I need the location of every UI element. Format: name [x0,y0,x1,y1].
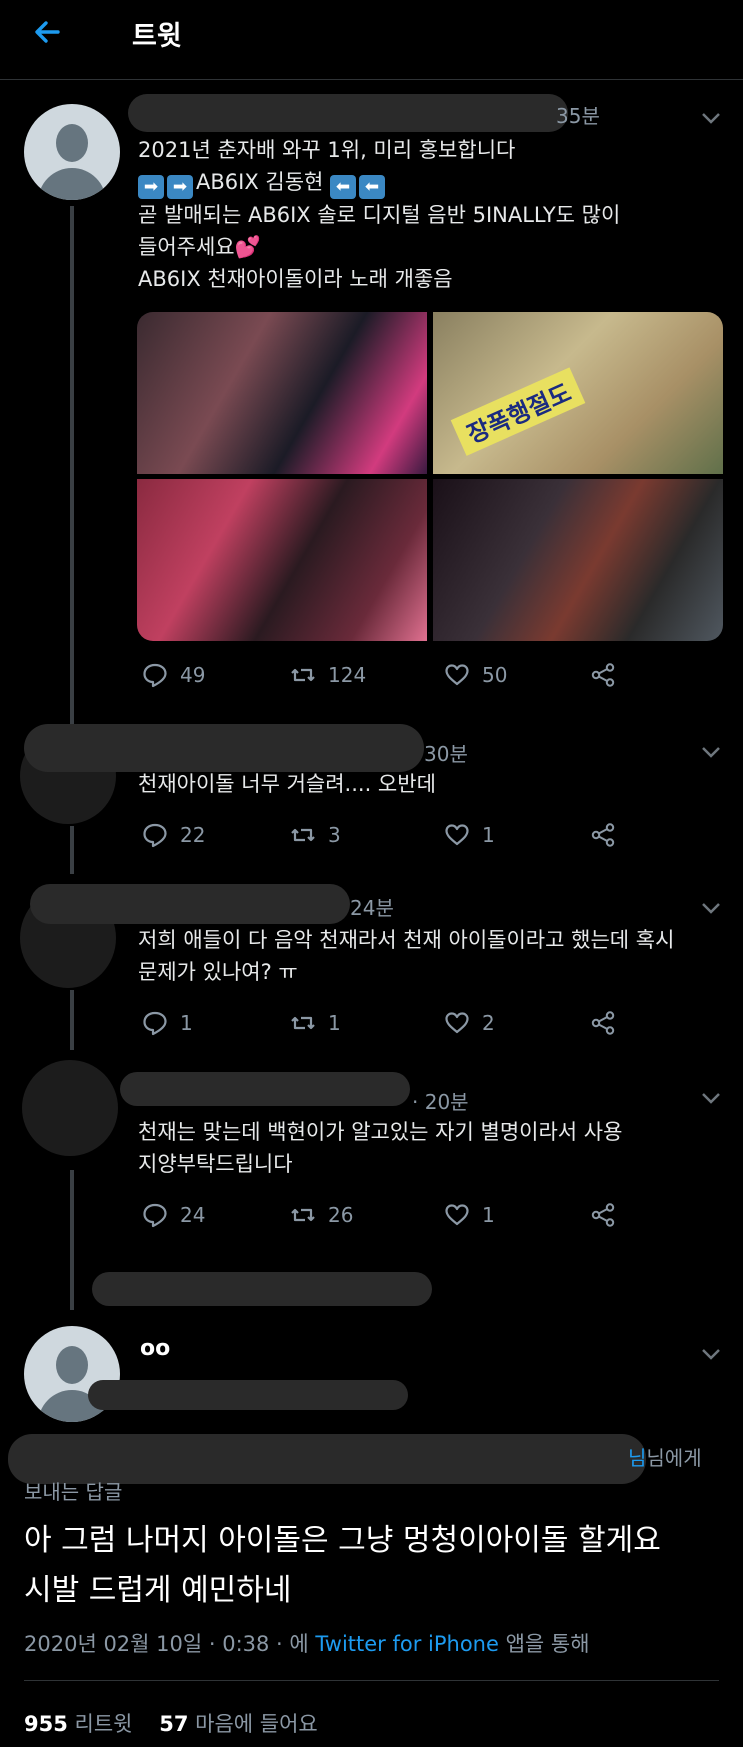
tweet-date: 2020년 02월 10일 · 0:38 · 에 [24,1632,309,1656]
two-hearts-icon: 💕 [234,235,261,259]
share-icon [591,1011,615,1035]
thread-line [70,206,74,726]
reply-icon [143,1011,167,1036]
tweet-photo[interactable]: 장폭행절도 [433,312,723,474]
like-button[interactable]: 50 [444,662,507,688]
replying-to: 님님에게 보내는 답글 [24,1446,702,1505]
like-button[interactable]: 1 [444,1202,495,1228]
retweet-button[interactable]: 3 [290,822,341,848]
redacted-username [128,94,568,132]
thread-line [70,1170,74,1310]
reply-icon [143,823,167,848]
tweet-stats: 955 리트윗 57 마음에 들어요 [24,1708,318,1738]
chevron-down-icon[interactable] [700,1090,722,1104]
heart-icon [445,1012,469,1034]
tweet-timestamp: 35분 [556,104,600,128]
reply-timestamp: 24분 [350,896,394,920]
heart-icon [445,824,469,846]
reply-icon [143,663,167,688]
thread-line [70,826,74,874]
retweet-button[interactable]: 124 [290,662,366,688]
arrow-left-icon: ⬅ [330,175,357,199]
like-stat[interactable]: 57 마음에 들어요 [159,1712,318,1736]
reply-button[interactable]: 1 [142,1010,193,1036]
source-suffix: 앱을 통해 [505,1632,590,1656]
tweet-media-grid[interactable]: 장폭행절도 [137,312,723,641]
reply-button[interactable]: 49 [142,662,205,688]
divider [24,1680,719,1681]
chevron-down-icon[interactable] [700,900,722,914]
reply-actions: 24 26 1 [142,1202,642,1232]
arrow-right-icon: ➡ [138,175,164,199]
display-name[interactable]: oo [140,1336,170,1361]
share-icon [591,663,615,687]
retweet-stat[interactable]: 955 리트윗 [24,1712,133,1736]
heart-icon [445,664,469,686]
reply-icon [143,1203,167,1228]
reply-timestamp: 30분 [424,742,468,766]
avatar[interactable] [22,1060,118,1156]
redacted-username [30,884,350,924]
source-link[interactable]: Twitter for iPhone [315,1632,499,1656]
header-bar: 트윗 [0,0,743,80]
reply-button[interactable]: 22 [142,822,205,848]
arrow-right-icon: ➡ [167,175,193,199]
redacted-username [88,1380,408,1410]
share-icon [591,1203,615,1227]
reply-timestamp: · 20분 [412,1090,469,1114]
retweet-icon [291,668,315,682]
reply-text: 천재아이돌 너무 거슬려.... 오반데 [138,772,436,796]
share-button[interactable] [590,822,616,848]
chevron-down-icon[interactable] [700,110,722,124]
retweet-button[interactable]: 1 [290,1010,341,1036]
tweet-text: 2021년 춘자배 와꾸 1위, 미리 홍보합니다 ➡ ➡ AB6IX 김동현 ⬅ ⬅… [138,138,621,291]
redacted-username [120,1072,410,1106]
chevron-down-icon[interactable] [700,1346,722,1360]
tweet-photo[interactable] [433,479,723,641]
share-button[interactable] [590,1010,616,1036]
retweet-icon [291,1016,315,1030]
share-button[interactable] [590,662,616,688]
reply-button[interactable]: 24 [142,1202,205,1228]
retweet-icon [291,1208,315,1222]
back-arrow-icon[interactable] [28,12,76,52]
like-button[interactable]: 1 [444,822,495,848]
share-icon [591,823,615,847]
reply-text: 천재는 맞는데 백현이가 알고있는 자기 별명이라서 사용 지양부탁드립니다 [138,1120,623,1176]
avatar[interactable] [24,104,120,200]
thread-line [70,990,74,1050]
redacted-content [92,1272,432,1306]
tweet-actions: 49 124 50 [142,662,642,692]
reply-actions: 22 3 1 [142,822,642,852]
redacted-username [24,724,424,772]
reply-actions: 1 1 2 [142,1010,642,1040]
heart-icon [445,1204,469,1226]
retweet-icon [291,828,315,842]
tweet-photo[interactable] [137,312,427,474]
page-title: 트윗 [132,21,182,52]
tweet-meta: 2020년 02월 10일 · 0:38 · 에 Twitter for iPh… [24,1628,590,1658]
chevron-down-icon[interactable] [700,744,722,758]
retweet-button[interactable]: 26 [290,1202,353,1228]
mention-link[interactable]: 님님에게 [628,1442,702,1471]
share-button[interactable] [590,1202,616,1228]
tweet-photo[interactable] [137,479,427,641]
photo-sign: 장폭행절도 [450,367,586,456]
reply-text: 저희 애들이 다 음악 천재라서 천재 아이돌이라고 했는데 혹시 문제가 있나… [138,928,675,984]
arrow-left-icon: ⬅ [359,175,386,199]
main-tweet-text: 아 그럼 나머지 아이돌은 그냥 멍청이아이돌 할게요 시발 드럽게 예민하네 [24,1523,661,1608]
like-button[interactable]: 2 [444,1010,495,1036]
